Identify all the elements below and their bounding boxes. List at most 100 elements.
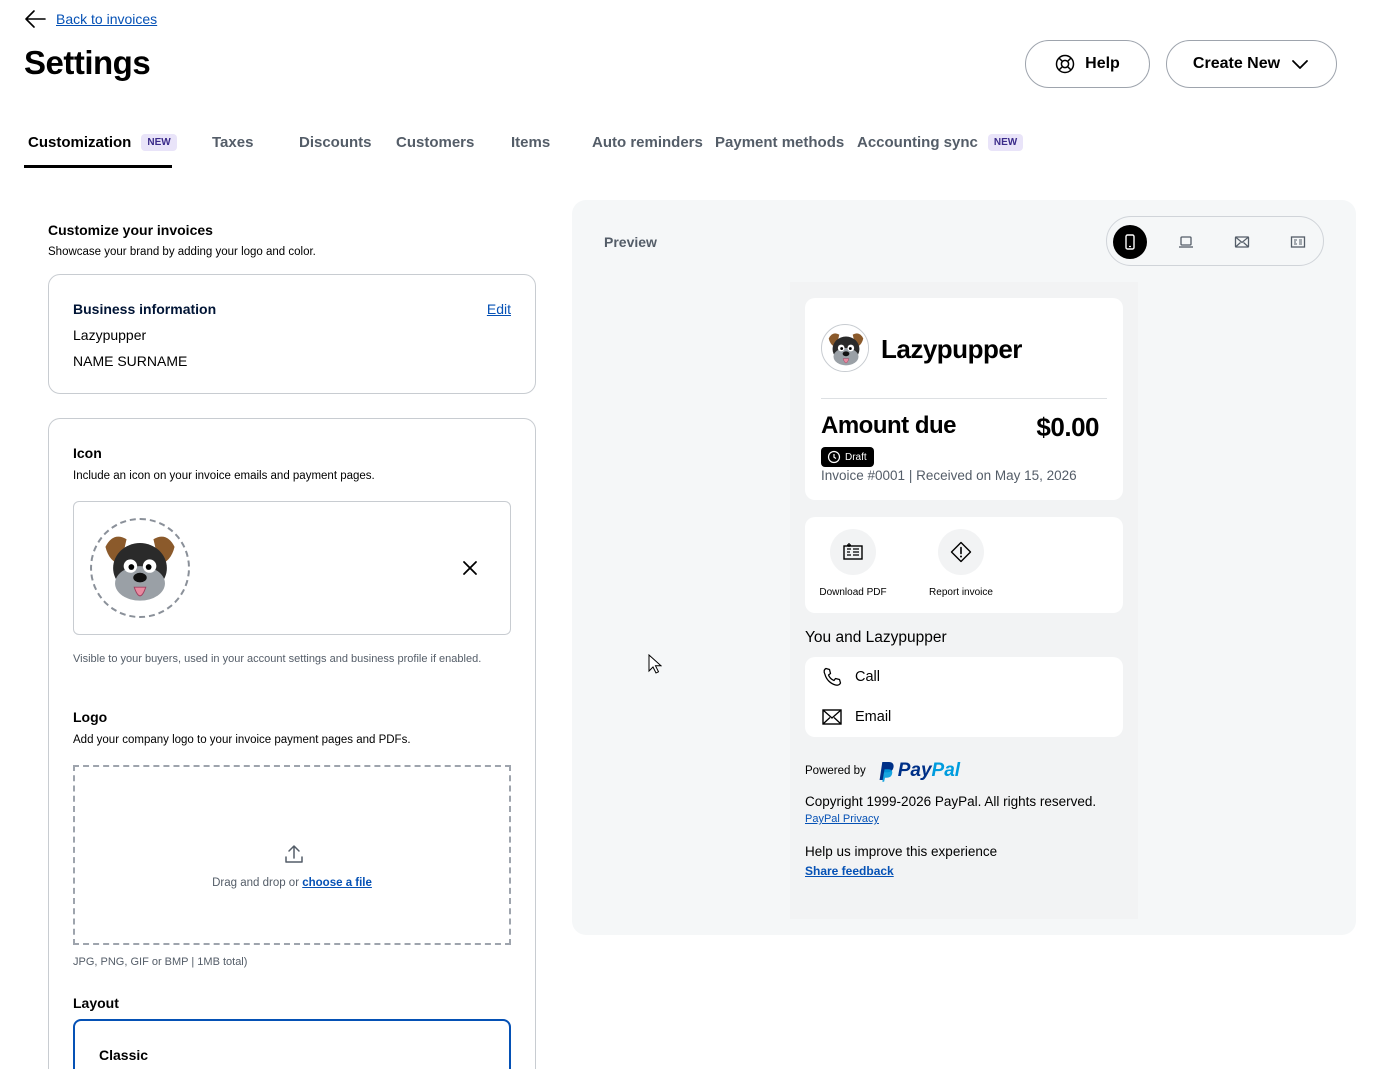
- back-to-invoices[interactable]: Back to invoices: [24, 9, 157, 29]
- device-switcher: [1106, 216, 1324, 266]
- mouse-cursor-icon: [648, 654, 662, 674]
- preview-label: Preview: [604, 234, 657, 250]
- call-action[interactable]: Call: [821, 666, 880, 688]
- alert-diamond-icon: [950, 541, 972, 563]
- download-pdf-circle: [830, 529, 876, 575]
- create-new-label: Create New: [1192, 55, 1281, 72]
- tab-items[interactable]: Items: [511, 128, 550, 168]
- paypal-wordmark-a: Pay: [897, 760, 932, 781]
- paypal-logo: PayPal: [876, 760, 960, 782]
- logo-subtitle: Add your company logo to your invoice pa…: [73, 734, 411, 746]
- tab-label: Auto reminders: [592, 134, 703, 151]
- icon-helper-text: Visible to your buyers, used in your acc…: [73, 653, 482, 665]
- report-invoice-circle: [938, 529, 984, 575]
- powered-by-label: Powered by: [805, 765, 866, 777]
- create-new-button[interactable]: Create New: [1166, 40, 1337, 88]
- share-feedback-link[interactable]: Share feedback: [805, 864, 894, 878]
- new-badge: NEW: [141, 134, 177, 151]
- business-info-card: Business information Edit Lazypupper NAM…: [48, 274, 536, 394]
- edit-business-link[interactable]: Edit: [487, 301, 511, 317]
- tab-label: Customers: [396, 134, 475, 151]
- download-pdf-label: Download PDF: [819, 587, 887, 598]
- remove-icon-button[interactable]: [460, 558, 480, 578]
- download-pdf-action[interactable]: Download PDF: [808, 529, 898, 598]
- invoice-actions-card: Download PDF Report invoice: [805, 517, 1123, 613]
- tab-discounts[interactable]: Discounts: [299, 128, 372, 168]
- amount-due-value: $0.00: [1036, 412, 1099, 442]
- customize-intro: Customize your invoices Showcase your br…: [48, 222, 536, 258]
- back-to-invoices-link[interactable]: Back to invoices: [56, 11, 157, 27]
- tab-customization[interactable]: Customization NEW: [28, 128, 177, 168]
- arrow-left-icon: [25, 10, 46, 28]
- business-owner: NAME SURNAME: [73, 353, 188, 369]
- drop-text-label: Drag and drop or: [212, 877, 303, 889]
- preview-business-name: Lazypupper: [881, 334, 1022, 364]
- paypal-p-icon: [879, 762, 894, 782]
- tab-label: Payment methods: [715, 134, 845, 151]
- call-label: Call: [855, 669, 880, 685]
- dropzone-text: Drag and drop or choose a file: [75, 877, 509, 889]
- business-info-title: Business information: [73, 301, 217, 317]
- tab-payment-methods[interactable]: Payment methods: [715, 128, 844, 168]
- laptop-icon: [1179, 236, 1193, 248]
- copyright-text: Copyright 1999-2026 PayPal. All rights r…: [805, 794, 1097, 809]
- icon-subtitle: Include an icon on your invoice emails a…: [73, 470, 375, 482]
- upload-icon: [285, 845, 303, 863]
- mobile-preview: Lazypupper Amount due $0.00 Draft Invoic…: [790, 282, 1138, 919]
- help-button[interactable]: Help: [1025, 40, 1150, 88]
- icon-preview-box: [73, 501, 511, 635]
- tab-customers[interactable]: Customers: [396, 128, 474, 168]
- new-badge: NEW: [987, 134, 1024, 151]
- logo-dropzone[interactable]: Drag and drop or choose a file: [73, 765, 511, 945]
- phone-call-icon: [823, 667, 842, 686]
- tab-taxes[interactable]: Taxes: [212, 128, 253, 168]
- you-and-heading: You and Lazypupper: [805, 629, 947, 646]
- paypal-privacy-link[interactable]: PayPal Privacy: [805, 813, 879, 825]
- tab-accounting-sync[interactable]: Accounting sync NEW: [857, 128, 1024, 168]
- amount-due-label: Amount due: [821, 412, 956, 439]
- active-tab-indicator: [24, 165, 172, 168]
- mobile-view-button[interactable]: [1113, 225, 1147, 259]
- phone-icon: [1125, 234, 1135, 250]
- email-action[interactable]: Email: [821, 706, 891, 728]
- customize-title: Customize your invoices: [48, 222, 213, 238]
- invoice-icon: [1290, 236, 1306, 248]
- business-avatar: [821, 324, 869, 372]
- file-hint: JPG, PNG, GIF or BMP | 1MB total): [73, 956, 248, 968]
- tab-label: Accounting sync: [857, 134, 978, 151]
- choose-file-link[interactable]: choose a file: [302, 877, 372, 889]
- branding-card: Icon Include an icon on your invoice ema…: [48, 418, 536, 1069]
- status-badge: Draft: [821, 447, 874, 467]
- layout-option-label: Classic: [99, 1047, 149, 1063]
- report-invoice-action[interactable]: Report invoice: [916, 529, 1006, 598]
- icon-title: Icon: [73, 445, 102, 461]
- layout-title: Layout: [73, 995, 119, 1011]
- powered-by-paypal: Powered by PayPal: [805, 760, 960, 782]
- status-label: Draft: [845, 451, 867, 463]
- pdf-view-button[interactable]: [1281, 225, 1315, 259]
- tab-label: Taxes: [212, 134, 254, 151]
- paypal-wordmark-b: Pal: [931, 760, 961, 781]
- help-label: Help: [1085, 55, 1120, 72]
- invoice-summary-card: Lazypupper Amount due $0.00 Draft Invoic…: [805, 298, 1123, 500]
- lifebuoy-icon: [1055, 54, 1075, 74]
- invoice-meta: Invoice #0001 | Received on May 15, 2026: [821, 468, 1077, 483]
- desktop-view-button[interactable]: [1169, 225, 1203, 259]
- dog-logo-icon: [93, 521, 187, 615]
- icon-avatar: [90, 518, 190, 618]
- page-title: Settings: [24, 44, 151, 81]
- email-view-button[interactable]: [1225, 225, 1259, 259]
- logo-title: Logo: [73, 709, 108, 725]
- tab-label: Discounts: [299, 134, 372, 151]
- customize-subtitle: Showcase your brand by adding your logo …: [48, 246, 316, 258]
- preview-panel: Preview Lazypupper Amount due $0.00 Draf…: [572, 200, 1356, 935]
- help-improve-text: Help us improve this experience: [805, 844, 998, 859]
- contact-card: Call Email: [805, 657, 1123, 737]
- mail-icon: [1234, 236, 1250, 248]
- layout-option-classic[interactable]: Classic: [73, 1019, 511, 1069]
- tab-label: Customization: [28, 134, 132, 151]
- mail-icon: [822, 709, 842, 725]
- tab-auto-reminders[interactable]: Auto reminders: [592, 128, 703, 168]
- report-invoice-label: Report invoice: [929, 587, 993, 598]
- pdf-icon: [843, 543, 863, 560]
